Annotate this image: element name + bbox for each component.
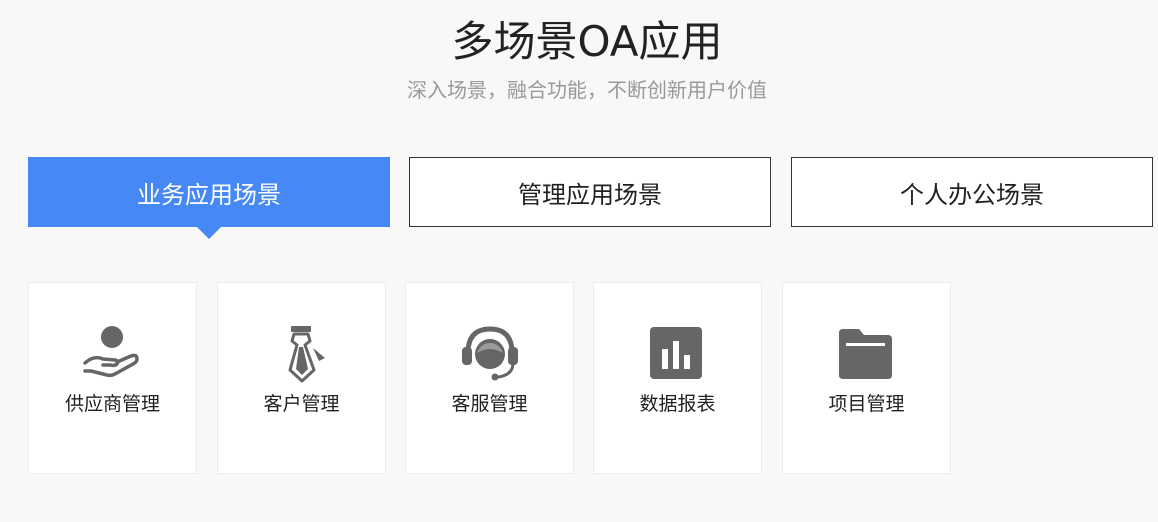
bar-chart-icon [646, 323, 710, 387]
folder-icon [835, 323, 899, 387]
card-label: 客户管理 [263, 393, 340, 415]
page-subtitle: 深入场景，融合功能，不断创新用户价值 [407, 78, 767, 102]
tie-icon [270, 323, 334, 387]
page-title: 多场景OA应用 [451, 17, 723, 66]
card-label: 供应商管理 [64, 393, 160, 415]
card-label: 客服管理 [451, 393, 528, 415]
card-label: 项目管理 [828, 393, 905, 415]
card-service-management[interactable]: 客服管理 [405, 282, 574, 474]
card-customer-management[interactable]: 客户管理 [217, 282, 386, 474]
supplier-hand-person-icon [81, 323, 145, 387]
tab-management-scenario[interactable]: 管理应用场景 [409, 157, 771, 227]
tab-personal-office-scenario[interactable]: 个人办公场景 [791, 157, 1153, 227]
card-project-management[interactable]: 项目管理 [782, 282, 951, 474]
headset-agent-icon [458, 323, 522, 387]
card-data-report[interactable]: 数据报表 [593, 282, 762, 474]
tab-business-scenario[interactable]: 业务应用场景 [28, 157, 390, 239]
card-label: 数据报表 [639, 393, 716, 415]
card-supplier-management[interactable]: 供应商管理 [28, 282, 197, 474]
